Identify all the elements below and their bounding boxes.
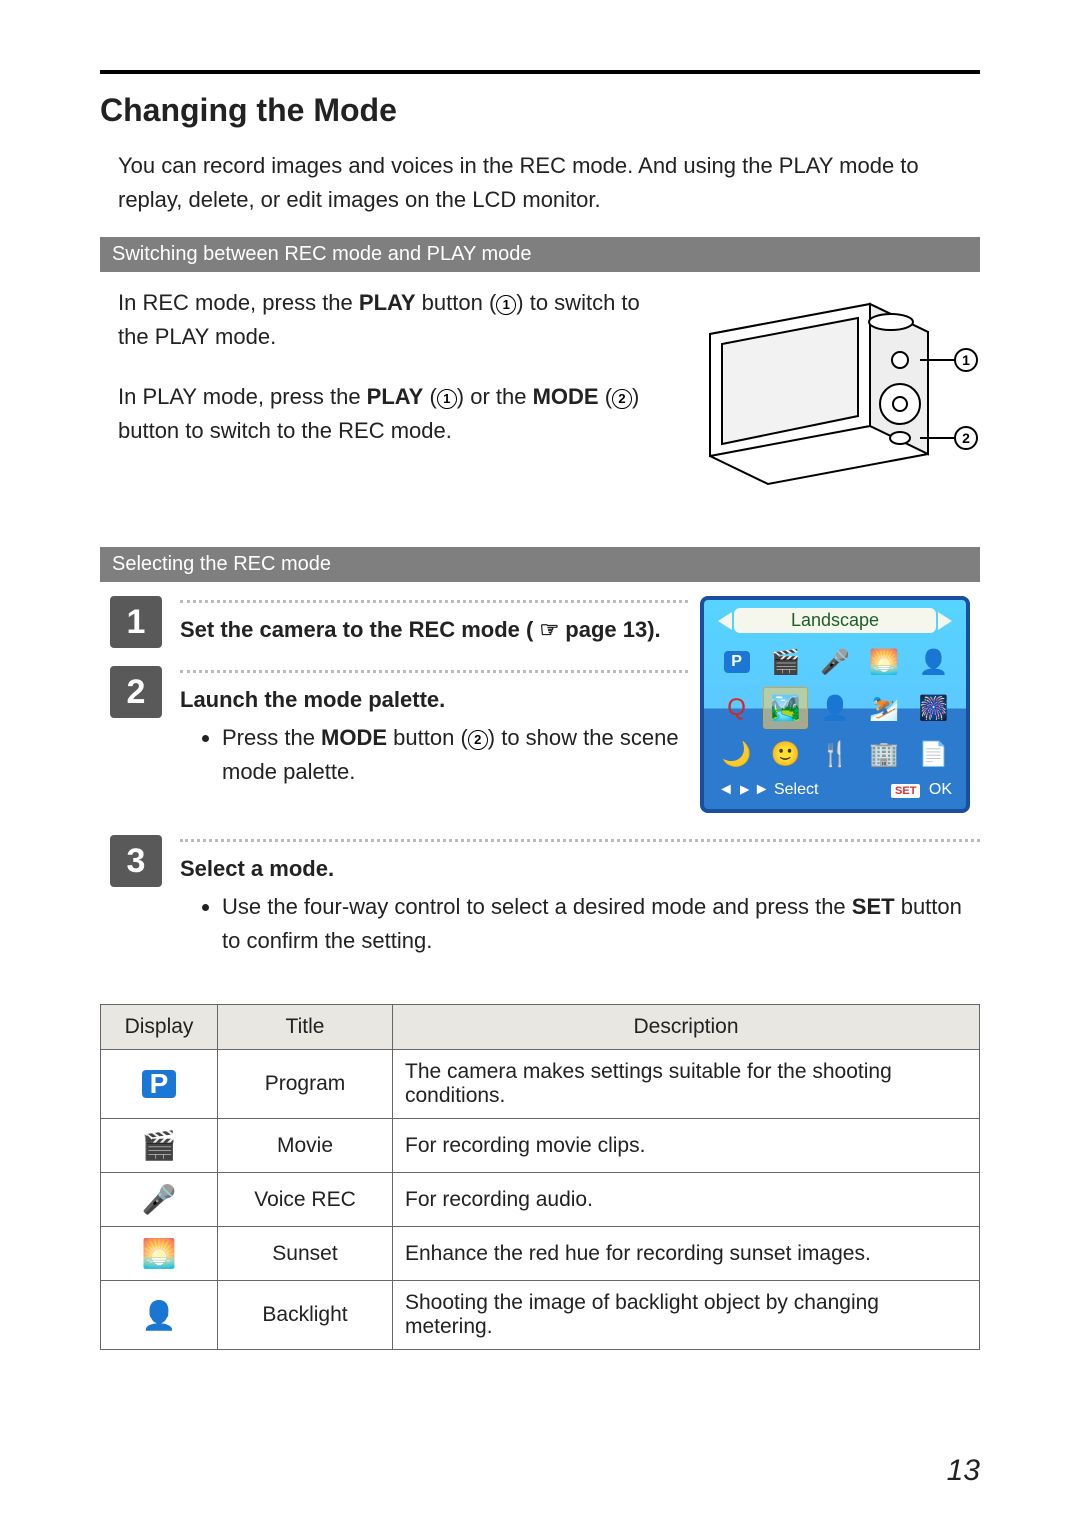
row-title: Movie: [218, 1119, 393, 1173]
camera-diagram: W T 1 2: [690, 286, 980, 511]
manual-page: Changing the Mode You can record images …: [0, 0, 1080, 1528]
sunset-icon: 🌅: [101, 1227, 218, 1281]
backlight-icon: 👤: [911, 641, 956, 683]
lcd-select-label: Select: [774, 781, 818, 798]
pointer-icon: ☞: [539, 617, 559, 642]
building-icon: 🏢: [862, 733, 907, 775]
qmode-icon: Q: [714, 687, 759, 729]
step1-lead: Set the camera to the REC mode (: [180, 617, 533, 642]
program-icon: P: [724, 651, 750, 673]
section-heading-selecting: Selecting the REC mode: [100, 547, 980, 582]
food-icon: 🍴: [812, 733, 857, 775]
program-icon: P: [142, 1070, 176, 1098]
step3-lead: Select a mode.: [180, 856, 334, 881]
text: (: [429, 384, 436, 409]
intro-paragraph: You can record images and voices in the …: [118, 149, 980, 217]
kids-icon: 🙂: [763, 733, 808, 775]
row-desc: Enhance the red hue for recording sunset…: [393, 1227, 980, 1281]
step-number-2: 2: [110, 666, 162, 718]
lcd-ok-label: OK: [929, 781, 952, 798]
mic-icon: 🎤: [101, 1173, 218, 1227]
text: In REC mode, press the: [118, 290, 359, 315]
row-title: Backlight: [218, 1281, 393, 1350]
lcd-mode-title: Landscape: [734, 608, 936, 633]
mic-icon: 🎤: [812, 641, 857, 683]
table-row: P Program The camera makes settings suit…: [101, 1050, 980, 1119]
movie-icon: 🎬: [101, 1119, 218, 1173]
dot-rule: [180, 839, 980, 842]
text: button (: [422, 290, 497, 315]
th-title: Title: [218, 1005, 393, 1050]
step2-lead: Launch the mode palette.: [180, 687, 445, 712]
play-label: PLAY: [359, 290, 416, 315]
table-row: 🎤 Voice REC For recording audio.: [101, 1173, 980, 1227]
table-row: 👤 Backlight Shooting the image of backli…: [101, 1281, 980, 1350]
callout-one-icon: 1: [437, 389, 457, 409]
set-label: SET: [852, 894, 895, 919]
text: Use the four-way control to select a des…: [222, 894, 852, 919]
row-desc: The camera makes settings suitable for t…: [393, 1050, 980, 1119]
step-3: 3 Select a mode. Use the four-way contro…: [100, 835, 980, 962]
portrait-icon: 👤: [812, 687, 857, 729]
lcd-set-badge: SET: [891, 784, 920, 798]
table-row: 🎬 Movie For recording movie clips.: [101, 1119, 980, 1173]
callout-two-icon: 2: [612, 389, 632, 409]
play-label: PLAY: [367, 384, 424, 409]
text: ) or the: [457, 384, 533, 409]
row-title: Sunset: [218, 1227, 393, 1281]
fireworks-icon: 🎆: [911, 687, 956, 729]
sunset-icon: 🌅: [862, 641, 907, 683]
lcd-palette-figure: Landscape P 🎬 🎤 🌅 👤 Q 🏞️ 👤 ⛷️ 🎆 🌙 �: [700, 596, 980, 813]
dot-rule: [180, 670, 688, 673]
page-number: 13: [947, 1454, 980, 1488]
callout-one-icon: 1: [496, 295, 516, 315]
backlight-icon: 👤: [101, 1281, 218, 1350]
mode-label: MODE: [321, 725, 387, 750]
snow-icon: ⛷️: [862, 687, 907, 729]
text: Press the: [222, 725, 321, 750]
step-2: 2 Launch the mode palette. Press the MOD…: [100, 666, 688, 793]
step-number-1: 1: [110, 596, 162, 648]
table-row: 🌅 Sunset Enhance the red hue for recordi…: [101, 1227, 980, 1281]
row-desc: For recording movie clips.: [393, 1119, 980, 1173]
text: button (: [393, 725, 468, 750]
diagram-callout-2: 2: [962, 430, 970, 446]
svg-text:W T: W T: [884, 318, 899, 327]
row-title: Voice REC: [218, 1173, 393, 1227]
page-title: Changing the Mode: [100, 92, 980, 129]
text: (: [605, 384, 612, 409]
mode-label: MODE: [533, 384, 599, 409]
night-icon: 🌙: [714, 733, 759, 775]
th-desc: Description: [393, 1005, 980, 1050]
diagram-callout-1: 1: [962, 352, 970, 368]
step1-trail: page 13).: [565, 617, 660, 642]
nav-arrows-icon: ◄▲►: [718, 781, 770, 799]
lcd-icon-grid: P 🎬 🎤 🌅 👤 Q 🏞️ 👤 ⛷️ 🎆 🌙 🙂 🍴 🏢: [714, 641, 956, 775]
th-display: Display: [101, 1005, 218, 1050]
step-1: 1 Set the camera to the REC mode ( ☞ pag…: [100, 596, 688, 648]
section-heading-switching: Switching between REC mode and PLAY mode: [100, 237, 980, 272]
top-rule: [100, 70, 980, 74]
callout-two-icon: 2: [468, 730, 488, 750]
mode-table: Display Title Description P Program The …: [100, 1004, 980, 1350]
row-title: Program: [218, 1050, 393, 1119]
section1-text: In REC mode, press the PLAY button (1) t…: [118, 286, 676, 448]
text-icon: 📄: [911, 733, 956, 775]
row-desc: Shooting the image of backlight object b…: [393, 1281, 980, 1350]
dot-rule: [180, 600, 688, 603]
landscape-icon: 🏞️: [763, 687, 808, 729]
step-number-3: 3: [110, 835, 162, 887]
row-desc: For recording audio.: [393, 1173, 980, 1227]
movie-icon: 🎬: [763, 641, 808, 683]
text: In PLAY mode, press the: [118, 384, 367, 409]
